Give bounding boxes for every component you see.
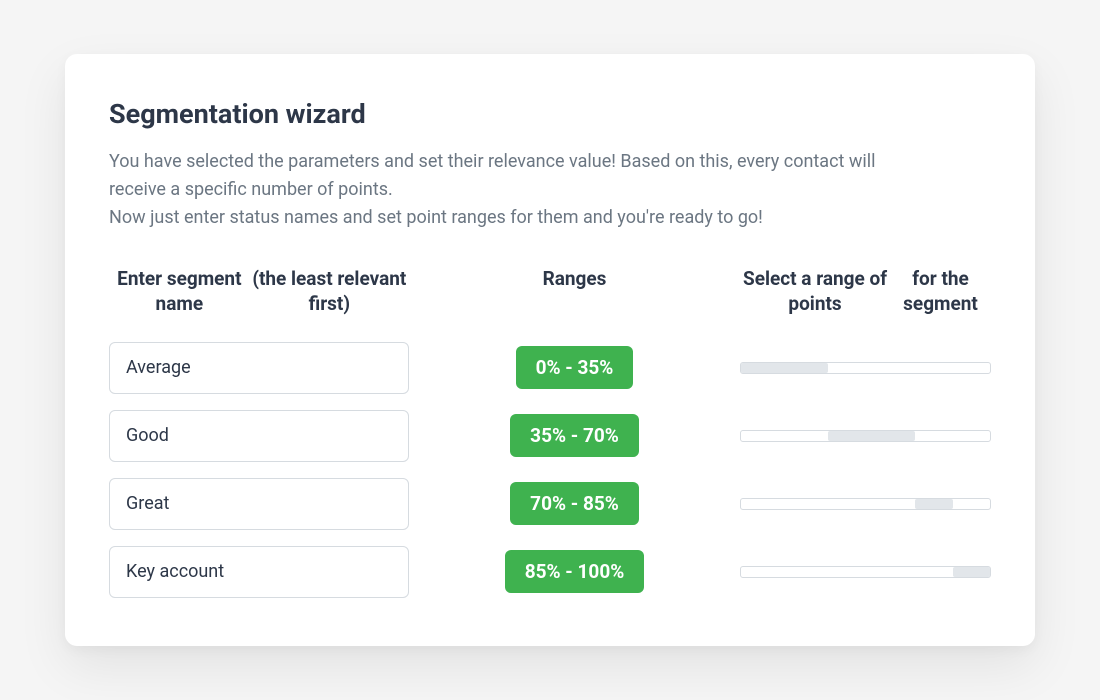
range-badge: 0% - 35% — [516, 346, 634, 389]
segments-table: Enter segment name(the least relevant fi… — [109, 266, 991, 598]
segmentation-wizard-card: Segmentation wizard You have selected th… — [65, 54, 1035, 646]
slider-fill — [953, 567, 990, 577]
slider-fill — [915, 499, 952, 509]
range-slider[interactable] — [740, 430, 991, 442]
range-slider[interactable] — [740, 566, 991, 578]
segment-name-input[interactable] — [109, 342, 409, 394]
page-title: Segmentation wizard — [109, 98, 991, 130]
description-line-2: Now just enter status names and set poin… — [109, 204, 929, 232]
page-description: You have selected the parameters and set… — [109, 148, 929, 232]
range-slider[interactable] — [740, 498, 991, 510]
slider-fill — [741, 363, 828, 373]
column-header-name: Enter segment name(the least relevant fi… — [109, 266, 409, 324]
description-line-1: You have selected the parameters and set… — [109, 151, 876, 200]
range-badge: 85% - 100% — [505, 550, 645, 593]
column-header-slider: Select a range of pointsfor the segment — [740, 266, 991, 324]
range-badge: 70% - 85% — [510, 482, 639, 525]
range-badge: 35% - 70% — [510, 414, 639, 457]
column-header-ranges: Ranges — [449, 266, 700, 324]
segment-name-input[interactable] — [109, 478, 409, 530]
segment-name-input[interactable] — [109, 546, 409, 598]
slider-fill — [828, 431, 915, 441]
segment-name-input[interactable] — [109, 410, 409, 462]
range-slider[interactable] — [740, 362, 991, 374]
